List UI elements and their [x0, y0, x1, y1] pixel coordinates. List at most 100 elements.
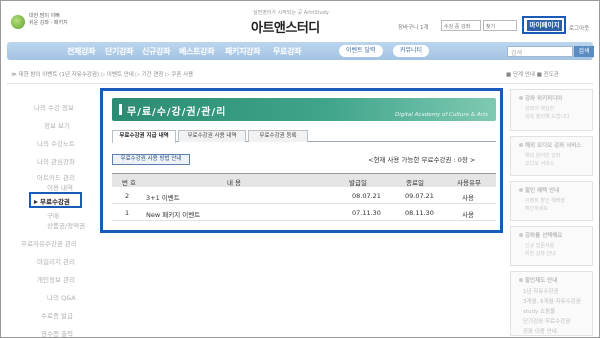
bullet-icon: [519, 188, 523, 192]
nav-new-courses[interactable]: 신규강좌: [142, 46, 171, 57]
title-bar-icon: [119, 104, 122, 115]
cell-issued: 08.07.21: [352, 192, 381, 200]
left-menu-subitem[interactable]: 상품권/정액권: [47, 220, 85, 230]
banner-title: 할인 혜택 안내: [519, 186, 559, 194]
bullet-icon: [519, 233, 523, 237]
mypage-button[interactable]: 마이페이지: [527, 20, 562, 31]
course-select[interactable]: 수강 중 강좌: [441, 20, 481, 31]
search-input[interactable]: 검색: [507, 46, 573, 57]
sidebar-banner-wiki[interactable]: 강좌 위키피디아 강좌의 핵심만 쏙쏙 정리해 드립니다: [510, 89, 593, 131]
col-number: 번 호: [122, 179, 137, 187]
guide-link[interactable]: ■ 단계 안내: [506, 72, 535, 78]
coupon-management-panel: 무/료/수/강/권/관/리 Digital Academy of Culture…: [100, 88, 503, 233]
table-header: 번 호 내 용 발급일 종료일 사용유무: [112, 173, 496, 187]
sidebar-list-item[interactable]: 단기강좌 무료수강권: [523, 317, 570, 325]
left-menu-item-free-coupon[interactable]: 무료수강권: [34, 196, 70, 206]
sidebar-banner-select[interactable]: 강좌를 선택해요 신규 입문자를 위한 강좌 안내: [510, 226, 593, 266]
active-menu-highlight: 무료수강권: [29, 192, 82, 208]
sidebar-list-item[interactable]: 3개월, 6개월 자유수강권: [523, 297, 581, 305]
search-button[interactable]: 검색: [574, 46, 594, 57]
nav-short-courses[interactable]: 단기강좌: [105, 46, 134, 57]
find-select[interactable]: 찾기: [483, 20, 517, 31]
banner-text: 이벤트 할인 혜택을: [525, 198, 565, 204]
cell-number: 1: [125, 209, 130, 217]
site-logo-icon[interactable]: [11, 15, 25, 29]
breadcrumb: ≫ 대한 밤이 이벤트 (1년 자유수강권) ▷ 이벤트 안내 ▷ 기간 연장 …: [11, 72, 194, 78]
cell-issued: 07.11.30: [352, 209, 381, 217]
logo-line-2: 쉬운 강좌 - 패키지: [29, 20, 68, 26]
nav-free-courses[interactable]: 무료강좌: [273, 46, 302, 57]
active-menu-label: 무료수강권: [40, 198, 70, 206]
brand-subtitle: 실전영어가 시작되는 곳 ArtnStudy: [253, 10, 329, 16]
list-title: 할인제도 안내: [519, 276, 557, 284]
sidebar-banner-audio[interactable]: 해외 오디오 강좌 서비스 해외 원어민 강좌 오디오 서비스: [510, 136, 593, 176]
cell-number: 2: [125, 192, 130, 200]
sidebar-list-item[interactable]: 1년 자유수강권: [523, 287, 559, 295]
breadcrumb-right-links: ■ 단계 안내 ■ 진도관: [506, 70, 559, 78]
banner-text: 강좌의 핵심만: [525, 106, 555, 112]
left-menu-item[interactable]: 정보 보기: [44, 120, 70, 130]
cell-expires: 09.07.21: [405, 192, 434, 200]
banner-title: 강좌 위키피디아: [519, 94, 562, 102]
tab-issued-history[interactable]: 무료수강권 지급 내역: [112, 130, 176, 143]
col-issued: 발급일: [349, 179, 367, 187]
cell-content: 3+1 이벤트: [146, 194, 180, 202]
left-menu-item[interactable]: 이용 내역: [47, 182, 73, 192]
cell-expires: 08.11.30: [405, 209, 434, 217]
nav-package-courses[interactable]: 패키지강좌: [225, 46, 261, 57]
nav-community[interactable]: 커뮤니티: [393, 45, 430, 57]
main-nav: 전체강좌 단기강좌 신규강좌 베스트강좌 패키지강좌 무료강좌 이벤트 달력 커…: [7, 42, 594, 60]
col-status: 사용유무: [457, 179, 481, 187]
logo-text[interactable]: 대한 밤이 이뻐 쉬운 강좌 - 패키지: [29, 13, 68, 27]
nav-best-courses[interactable]: 베스트강좌: [179, 46, 215, 57]
left-menu-item[interactable]: 나의 수강 정보: [34, 102, 74, 112]
col-content: 내 용: [227, 179, 242, 187]
cell-content: New 패키지 이벤트: [146, 211, 201, 219]
sidebar-banner-discount[interactable]: 할인 혜택 안내 이벤트 할인 혜택을 확인하세요: [510, 181, 593, 221]
divider: [7, 83, 593, 84]
nav-event-calendar[interactable]: 이벤트 달력: [339, 45, 383, 57]
tab-strip: 무료수강권 지급 내역 무료수강권 사용 내역 무료수강권 등록: [112, 130, 496, 143]
banner-title: 강좌를 선택해요: [519, 231, 562, 239]
left-menu-item[interactable]: 무료자유수강권 관리: [21, 238, 77, 248]
progress-link[interactable]: ■ 진도관: [537, 72, 559, 78]
banner-text: 쏙쏙 정리해 드립니다: [525, 114, 570, 120]
left-menu-item[interactable]: 영수증 출력: [41, 328, 73, 337]
brand-title[interactable]: 아트앤스터디: [251, 17, 320, 36]
banner-text: 오디오 서비스: [525, 161, 555, 167]
usage-guide-button[interactable]: 무료수강권 사용 방법 안내: [112, 154, 190, 165]
left-menu-item[interactable]: 개인정보 관리: [37, 274, 75, 284]
page-frame: 대한 밤이 이뻐 쉬운 강좌 - 패키지 실전영어가 시작되는 곳 ArtnSt…: [0, 0, 600, 338]
page-title: 무/료/수/강/권/관/리: [127, 107, 227, 118]
title-subtitle: Digital Academy of Culture & Arts: [394, 112, 488, 118]
mypage-highlight: 마이페이지: [522, 16, 566, 34]
banner-text: 해외 원어민 강좌: [525, 153, 561, 159]
bullet-icon: [519, 96, 523, 100]
cell-status: 사용: [462, 211, 474, 219]
arrow-right-icon: [34, 200, 38, 204]
cell-status: 사용: [462, 194, 474, 202]
tab-register-coupon[interactable]: 무료수강권 등록: [248, 130, 308, 142]
left-menu-item[interactable]: 나의 Q&A: [47, 292, 76, 302]
table-row: 2 3+1 이벤트 08.07.21 09.07.21 사용: [112, 187, 496, 204]
sidebar-list-item[interactable]: study 쇼핑몰: [523, 307, 555, 315]
banner-text: 위한 강좌 안내: [525, 251, 556, 257]
left-menu-item[interactable]: 아트카드 관리: [37, 172, 75, 182]
nav-all-courses[interactable]: 전체강좌: [67, 46, 96, 57]
cart-link[interactable]: 장바구니 1개: [398, 23, 429, 31]
left-menu-item[interactable]: 마일리지 관리: [37, 256, 75, 266]
logout-link[interactable]: 로그아웃: [569, 24, 589, 32]
sidebar-list-item[interactable]: 강좌 이용 안내: [523, 327, 557, 335]
available-coupon-count: <현재 사용 가능한 무료수강권 : 0장 >: [368, 156, 476, 164]
banner-text: 확인하세요: [525, 206, 549, 212]
bullet-icon: [519, 143, 523, 147]
tab-usage-history[interactable]: 무료수강권 사용 내역: [178, 130, 246, 142]
table-row: 1 New 패키지 이벤트 07.11.30 08.11.30 사용: [112, 204, 496, 221]
title-bar: 무/료/수/강/권/관/리 Digital Academy of Culture…: [112, 98, 496, 121]
left-menu-subitem[interactable]: 구매: [47, 210, 59, 220]
banner-text: 신규 입문자를: [525, 243, 555, 249]
col-expires: 종료일: [406, 179, 424, 187]
left-menu-item[interactable]: 수료증 발급: [41, 310, 73, 320]
left-menu-item[interactable]: 나의 수강노트: [37, 138, 75, 148]
left-menu-item[interactable]: 나의 관심강좌: [37, 156, 75, 166]
